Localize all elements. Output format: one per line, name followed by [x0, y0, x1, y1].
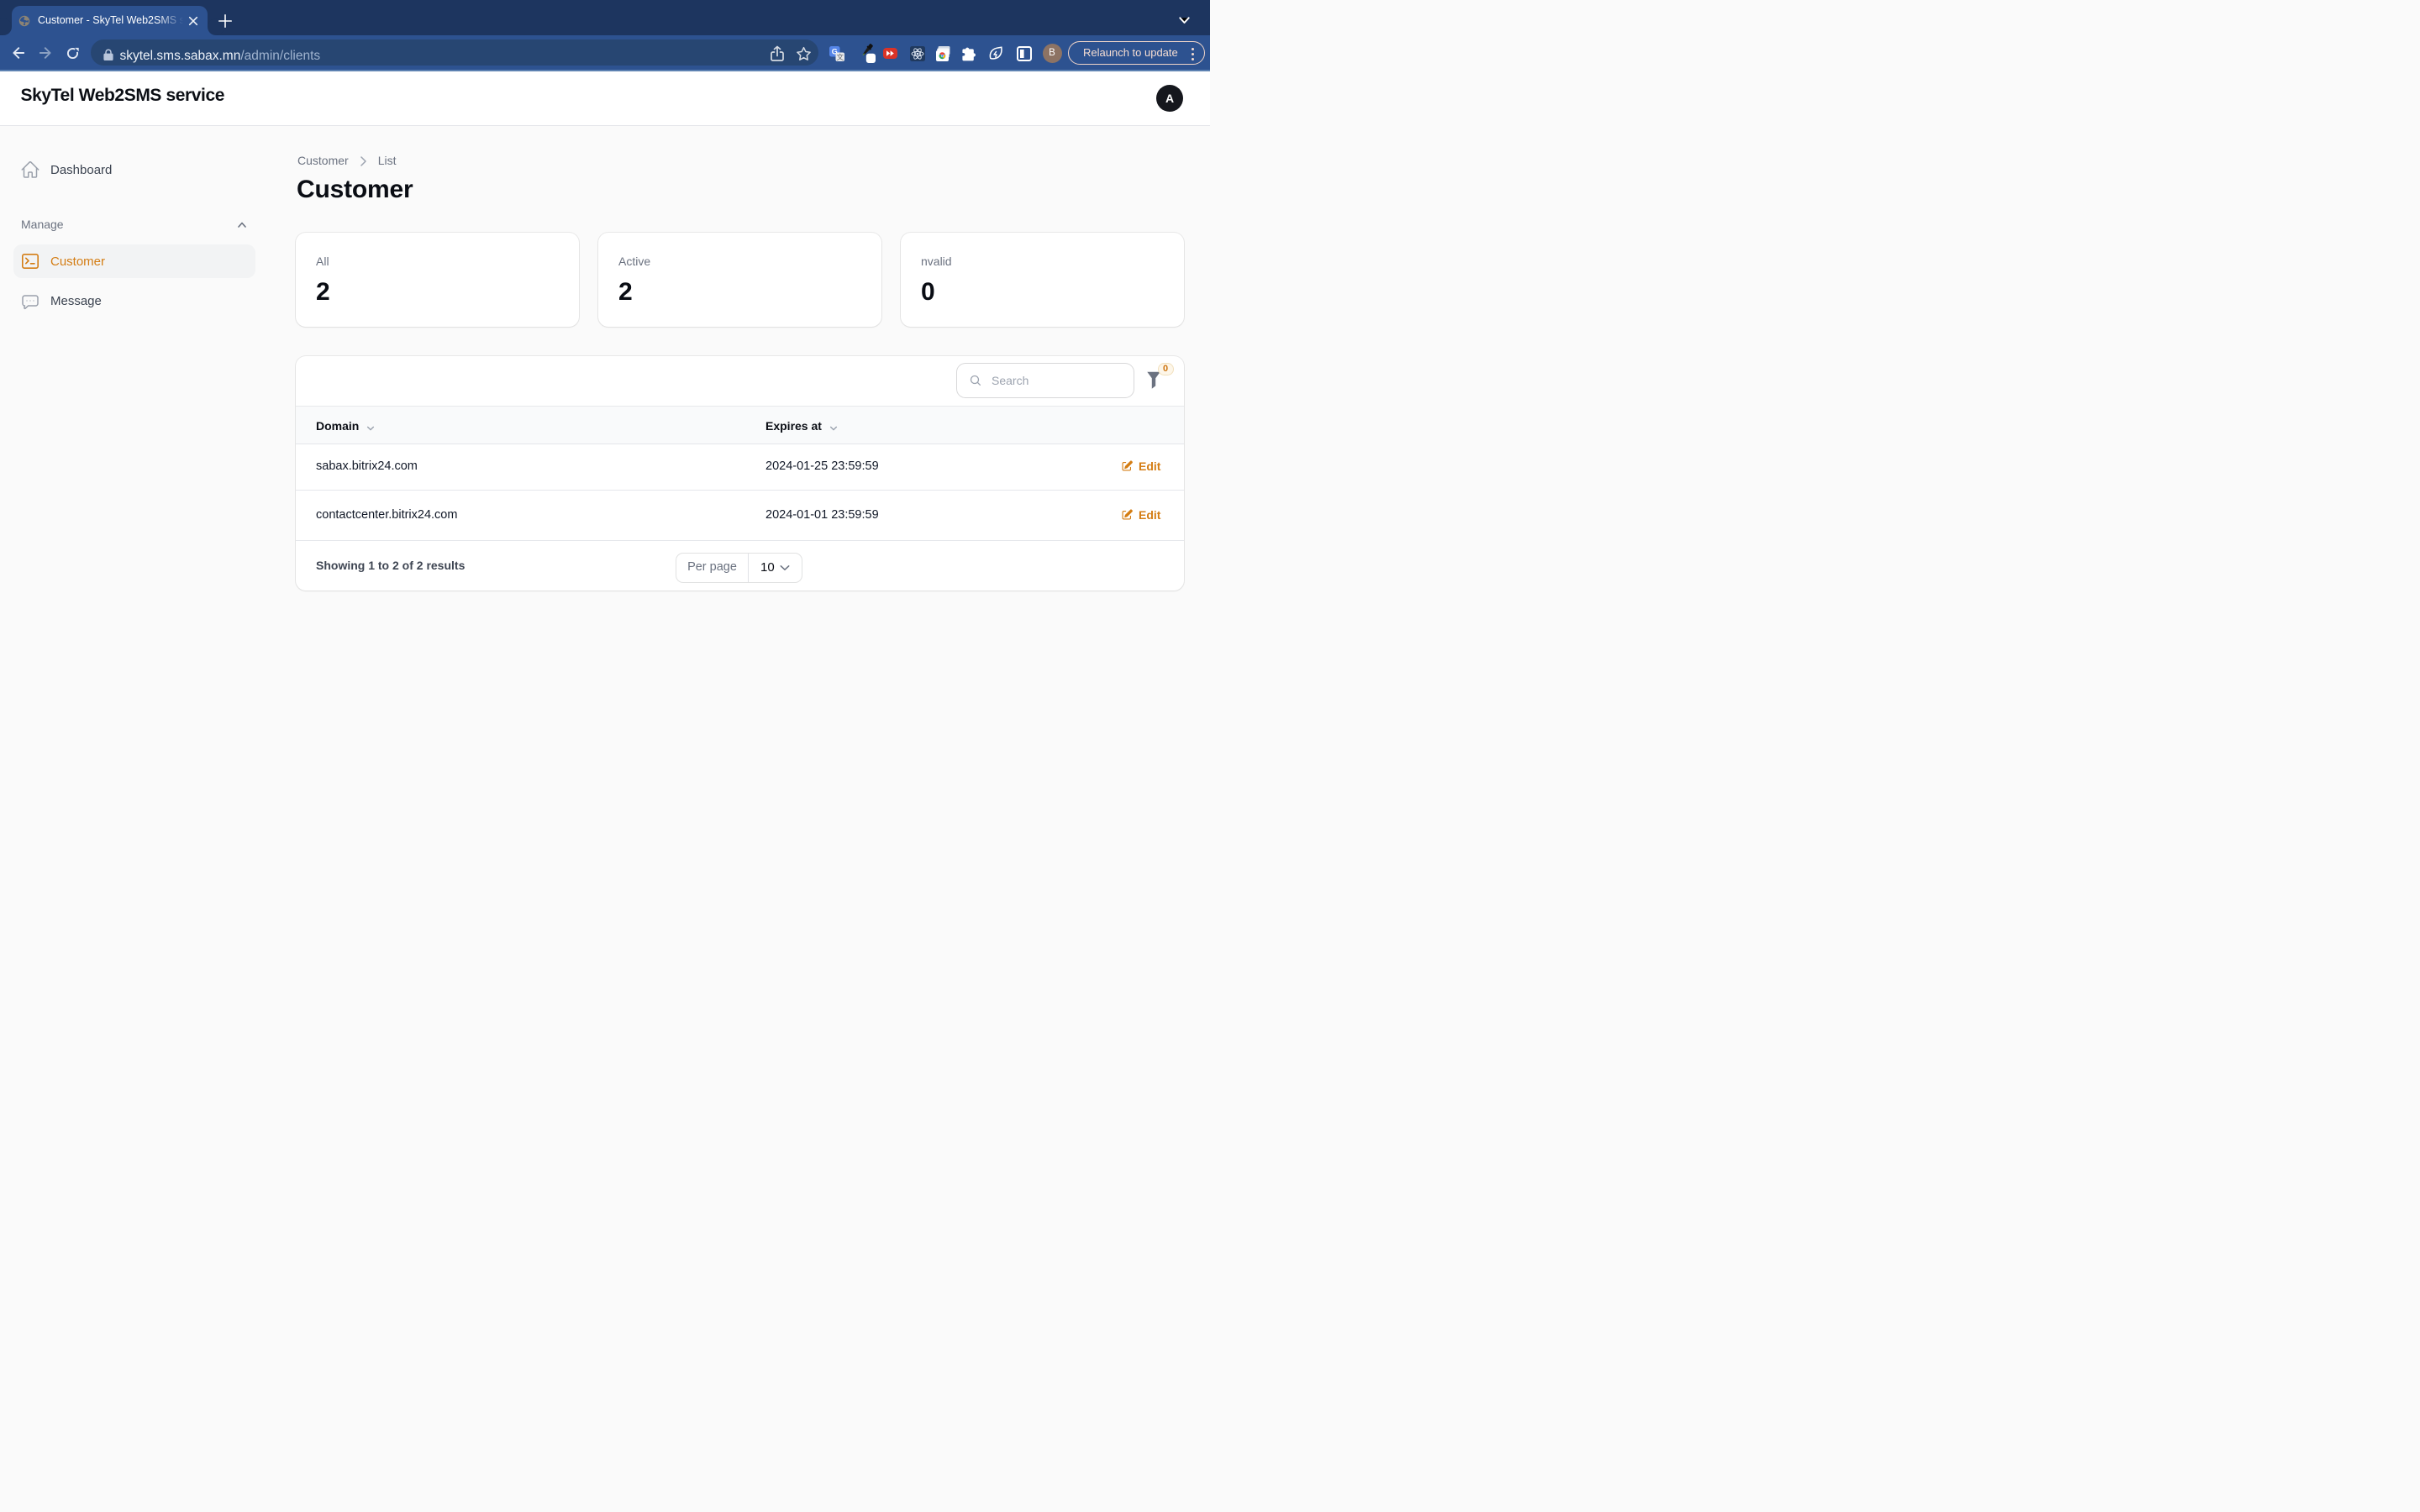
svg-text:文: 文 [836, 52, 844, 60]
